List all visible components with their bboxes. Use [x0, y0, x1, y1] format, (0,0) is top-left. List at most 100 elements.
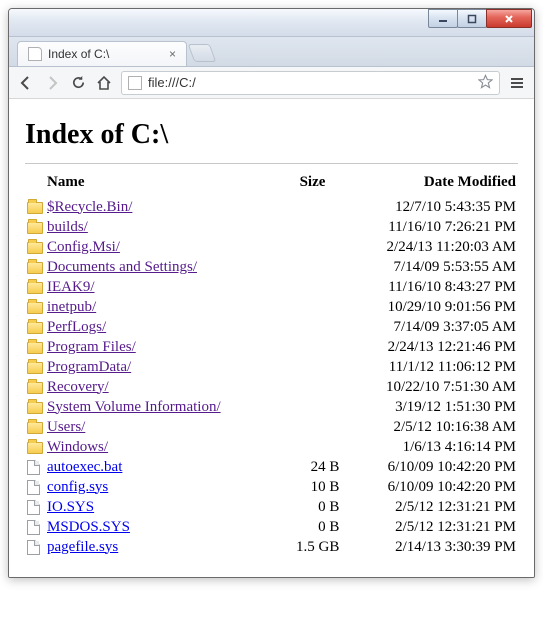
table-row: pagefile.sys 1.5 GB2/14/13 3:30:39 PM [25, 537, 518, 557]
entry-link[interactable]: IEAK9/ [47, 279, 95, 295]
entry-link[interactable]: MSDOS.SYS [47, 519, 130, 535]
file-icon [27, 520, 40, 535]
table-row: inetpub/10/29/10 9:01:56 PM [25, 297, 518, 317]
table-row: PerfLogs/7/14/09 3:37:05 AM [25, 317, 518, 337]
table-row: Documents and Settings/7/14/09 5:53:55 A… [25, 257, 518, 277]
entry-date: 3/19/12 1:51:30 PM [341, 397, 518, 417]
folder-icon [27, 442, 43, 454]
entry-link[interactable]: Config.Msi/ [47, 239, 120, 255]
entry-size [279, 317, 341, 337]
entry-link[interactable]: Users/ [47, 419, 85, 435]
entry-link[interactable]: inetpub/ [47, 299, 96, 315]
entry-size [279, 237, 341, 257]
folder-icon [27, 262, 43, 274]
entry-size [279, 397, 341, 417]
tab-title: Index of C:\ [48, 47, 109, 61]
entry-link[interactable]: Program Files/ [47, 339, 136, 355]
table-row: MSDOS.SYS0 B2/5/12 12:31:21 PM [25, 517, 518, 537]
window-controls [429, 9, 532, 28]
entry-size [279, 337, 341, 357]
entry-size: 1.5 GB [279, 537, 341, 557]
entry-size: 24 B [279, 457, 341, 477]
forward-button[interactable] [43, 74, 61, 92]
entry-link[interactable]: Recovery/ [47, 379, 109, 395]
entry-size [279, 437, 341, 457]
folder-icon [27, 202, 43, 214]
entry-link[interactable]: IO.SYS [47, 499, 94, 515]
browser-tab[interactable]: Index of C:\ × [17, 41, 187, 66]
entry-size [279, 257, 341, 277]
close-button[interactable] [486, 9, 532, 28]
new-tab-button[interactable] [188, 44, 217, 62]
window-titlebar [9, 9, 534, 37]
browser-toolbar: file:///C:/ [9, 67, 534, 99]
tab-close-icon[interactable]: × [169, 47, 176, 61]
col-size: Size [279, 172, 341, 197]
bookmark-star-icon[interactable] [478, 74, 493, 92]
menu-button[interactable] [508, 74, 526, 92]
page-icon [28, 47, 42, 61]
entry-date: 1/6/13 4:16:14 PM [341, 437, 518, 457]
table-row: Recovery/10/22/10 7:51:30 AM [25, 377, 518, 397]
tab-strip: Index of C:\ × [9, 37, 534, 67]
entry-link[interactable]: autoexec.bat [47, 459, 122, 475]
table-row: config.sys10 B6/10/09 10:42:20 PM [25, 477, 518, 497]
site-icon [128, 76, 142, 90]
reload-button[interactable] [69, 74, 87, 92]
folder-icon [27, 322, 43, 334]
folder-icon [27, 302, 43, 314]
entry-date: 6/10/09 10:42:20 PM [341, 477, 518, 497]
entry-link[interactable]: $Recycle.Bin/ [47, 199, 132, 215]
col-date: Date Modified [341, 172, 518, 197]
entry-link[interactable]: builds/ [47, 219, 88, 235]
entry-size [279, 197, 341, 217]
entry-link[interactable]: System Volume Information/ [47, 399, 221, 415]
entry-link[interactable]: Windows/ [47, 439, 108, 455]
entry-size [279, 217, 341, 237]
folder-icon [27, 382, 43, 394]
page-title: Index of C:\ [25, 119, 518, 151]
entry-date: 2/5/12 12:31:21 PM [341, 497, 518, 517]
table-row: Config.Msi/2/24/13 11:20:03 AM [25, 237, 518, 257]
entry-link[interactable]: Documents and Settings/ [47, 259, 197, 275]
minimize-button[interactable] [428, 9, 458, 28]
maximize-button[interactable] [457, 9, 487, 28]
entry-size: 0 B [279, 497, 341, 517]
entry-link[interactable]: pagefile.sys [47, 539, 118, 555]
entry-size: 0 B [279, 517, 341, 537]
entry-date: 10/22/10 7:51:30 AM [341, 377, 518, 397]
address-bar[interactable]: file:///C:/ [121, 71, 500, 95]
entry-date: 10/29/10 9:01:56 PM [341, 297, 518, 317]
entry-size [279, 357, 341, 377]
folder-icon [27, 222, 43, 234]
entry-size [279, 277, 341, 297]
folder-icon [27, 422, 43, 434]
entry-date: 11/16/10 8:43:27 PM [341, 277, 518, 297]
table-row: Program Files/2/24/13 12:21:46 PM [25, 337, 518, 357]
col-name: Name [45, 172, 279, 197]
entry-link[interactable]: ProgramData/ [47, 359, 131, 375]
directory-listing: Name Size Date Modified $Recycle.Bin/12/… [25, 172, 518, 557]
file-icon [27, 480, 40, 495]
table-row: $Recycle.Bin/12/7/10 5:43:35 PM [25, 197, 518, 217]
entry-date: 2/14/13 3:30:39 PM [341, 537, 518, 557]
entry-date: 2/5/12 10:16:38 AM [341, 417, 518, 437]
folder-icon [27, 402, 43, 414]
table-row: IO.SYS 0 B2/5/12 12:31:21 PM [25, 497, 518, 517]
entry-size [279, 297, 341, 317]
entry-date: 6/10/09 10:42:20 PM [341, 457, 518, 477]
table-row: ProgramData/11/1/12 11:06:12 PM [25, 357, 518, 377]
back-button[interactable] [17, 74, 35, 92]
file-icon [27, 500, 40, 515]
folder-icon [27, 362, 43, 374]
folder-icon [27, 342, 43, 354]
entry-size [279, 417, 341, 437]
file-icon [27, 540, 40, 555]
home-button[interactable] [95, 74, 113, 92]
entry-date: 12/7/10 5:43:35 PM [341, 197, 518, 217]
folder-icon [27, 282, 43, 294]
entry-link[interactable]: config.sys [47, 479, 108, 495]
entry-date: 2/24/13 11:20:03 AM [341, 237, 518, 257]
folder-icon [27, 242, 43, 254]
entry-link[interactable]: PerfLogs/ [47, 319, 106, 335]
